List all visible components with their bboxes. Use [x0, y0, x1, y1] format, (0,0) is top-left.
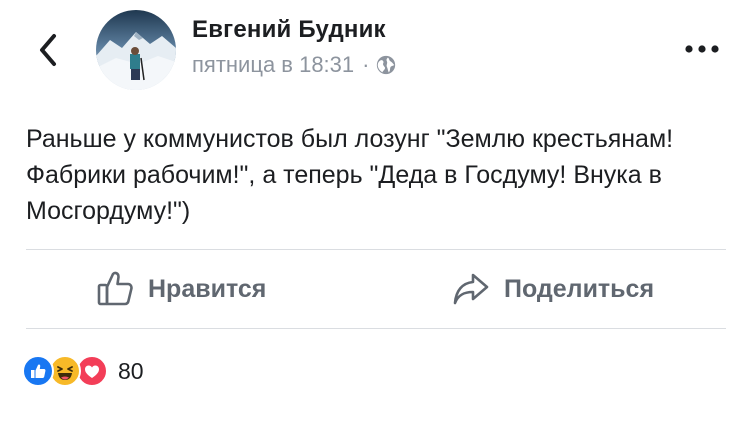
globe-icon	[377, 55, 396, 75]
post-text: Раньше у коммунистов был лозунг "Землю к…	[26, 125, 674, 225]
avatar-photo	[96, 10, 176, 90]
author-name[interactable]: Евгений Будник	[192, 16, 386, 44]
avatar[interactable]	[96, 10, 176, 90]
post-timestamp[interactable]: пятница в 18:31	[192, 52, 354, 78]
chevron-left-icon	[40, 34, 56, 66]
meta-separator: ·	[362, 52, 370, 77]
more-horizontal-icon	[685, 45, 719, 53]
share-label: Поделиться	[504, 274, 655, 303]
reaction-count: 80	[118, 357, 144, 384]
reactions-summary[interactable]: 80	[22, 355, 144, 387]
divider-bottom	[26, 328, 726, 329]
like-reaction-icon	[22, 355, 54, 387]
thumbs-up-icon	[97, 271, 133, 306]
share-arrow-icon	[453, 273, 489, 305]
divider-top	[26, 249, 726, 250]
like-label: Нравится	[148, 274, 267, 303]
post-meta: пятница в 18:31 ·	[192, 52, 397, 78]
share-button[interactable]: Поделиться	[452, 270, 654, 308]
back-button[interactable]	[30, 28, 66, 72]
like-button[interactable]: Нравится	[96, 270, 266, 308]
more-options-button[interactable]	[680, 34, 724, 64]
